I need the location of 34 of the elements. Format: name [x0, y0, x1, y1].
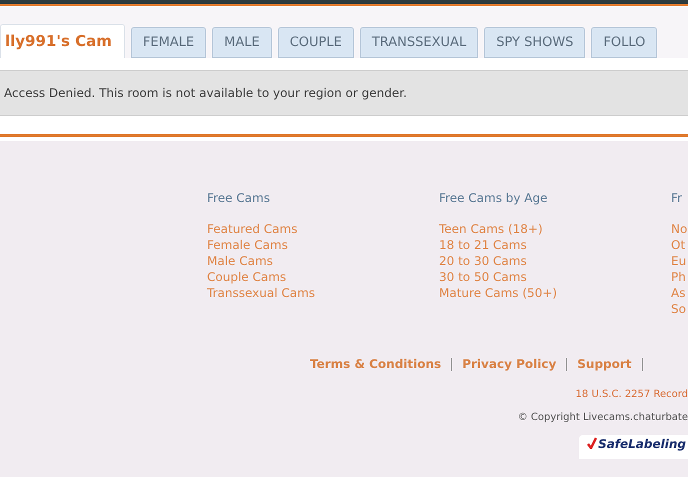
column-heading: Free Cams	[207, 190, 271, 207]
access-denied-message: Access Denied. This room is not available to your region or gender.	[4, 85, 407, 102]
safelabeling-badge: SafeLabeling	[579, 435, 688, 459]
footer-link[interactable]: Couple Cams	[207, 269, 439, 285]
footer-link[interactable]: Eu	[671, 253, 688, 269]
footer-link[interactable]: So	[671, 301, 688, 317]
column-heading: Free Cams by Age	[439, 190, 549, 207]
footer-link[interactable]: 20 to 30 Cams	[439, 253, 671, 269]
footer-link[interactable]: Male Cams	[207, 253, 439, 269]
checkmark-icon	[587, 437, 598, 449]
footer-link[interactable]: 18 to 21 Cams	[439, 237, 671, 253]
footer-link[interactable]: Ph	[671, 269, 688, 285]
records-note: 18 U.S.C. 2257 Record	[576, 388, 688, 402]
copyright-text: © Copyright Livecams.chaturbate	[518, 411, 688, 425]
tab[interactable]: FEMALE	[130, 27, 206, 58]
tab[interactable]: TRANSSEXUAL	[360, 27, 478, 58]
footer-link[interactable]: Terms & Conditions	[310, 355, 442, 373]
tab[interactable]: FOLLO	[591, 27, 658, 58]
footer-link[interactable]: Privacy Policy	[462, 355, 556, 373]
tab[interactable]: COUPLE	[278, 27, 354, 58]
footer-link[interactable]: No	[671, 221, 688, 237]
footer-link[interactable]: Teen Cams (18+)	[439, 221, 671, 237]
tab[interactable]: lly991's Cam	[0, 24, 125, 58]
tab[interactable]: MALE	[212, 27, 272, 58]
footer-link[interactable]: Ot	[671, 237, 688, 253]
tab[interactable]: SPY SHOWS	[484, 27, 586, 58]
column-heading: Fr	[671, 190, 683, 207]
footer-link[interactable]: Featured Cams	[207, 221, 439, 237]
footer-link[interactable]: As	[671, 285, 688, 301]
footer-link[interactable]: Mature Cams (50+)	[439, 285, 671, 301]
footer-link[interactable]: Support	[577, 355, 632, 373]
footer-link[interactable]: Female Cams	[207, 237, 439, 253]
footer-link[interactable]: 30 to 50 Cams	[439, 269, 671, 285]
footer-link[interactable]: Transsexual Cams	[207, 285, 439, 301]
